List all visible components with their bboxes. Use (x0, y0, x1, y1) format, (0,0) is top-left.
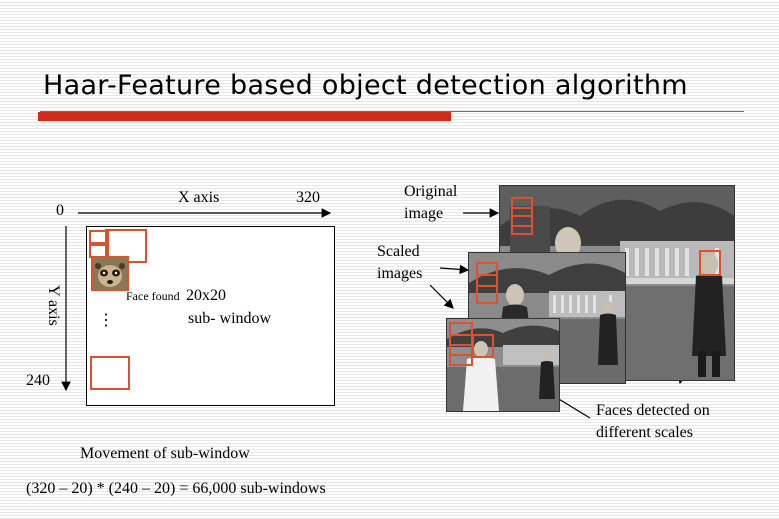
original-label-line1: Original (404, 183, 458, 200)
window-size-label: 20x20 (186, 287, 226, 304)
x-max-label: 320 (296, 189, 320, 206)
x-axis-label: X axis (178, 189, 220, 206)
origin-label: 0 (56, 202, 64, 219)
original-label-line2: image (404, 205, 444, 222)
face-thumbnail (91, 256, 129, 291)
sub-window-last (90, 356, 130, 390)
sub-window-formula: (320 – 20) * (240 – 20) = 66,000 sub-win… (26, 480, 326, 497)
ellipsis-vertical: ⋮ (98, 312, 114, 329)
scaled-label-line1: Scaled (377, 243, 420, 260)
movement-caption: Movement of sub-window (80, 445, 250, 462)
faces-label-line2: different scales (596, 424, 693, 441)
scaled-photo-small (446, 318, 560, 412)
scaled-images-arrow-2 (429, 284, 454, 309)
faces-label-line1: Faces detected on (596, 402, 710, 419)
scaled-images-arrow-1 (439, 264, 470, 275)
face-found-label: Face found (126, 289, 180, 303)
y-axis-label: Y axis (45, 285, 62, 326)
scaled-label-line2: images (377, 265, 423, 282)
y-max-label: 240 (26, 372, 50, 389)
window-name-label: sub- window (188, 310, 272, 327)
